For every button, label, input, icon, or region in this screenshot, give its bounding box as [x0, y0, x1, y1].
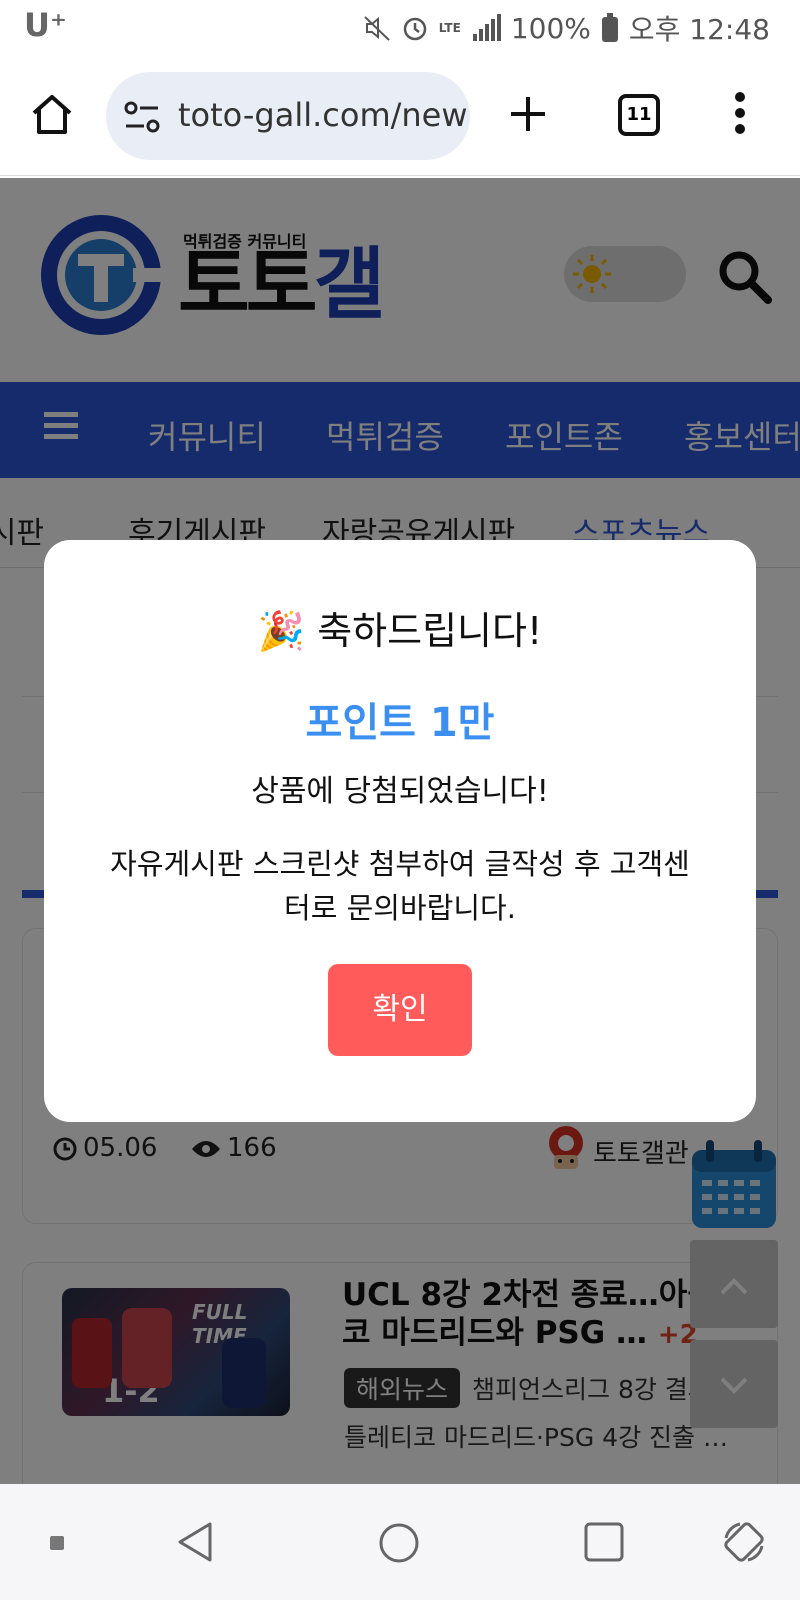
url-bar[interactable]: toto-gall.com/new: [106, 72, 470, 160]
home-circle-icon[interactable]: [378, 1522, 420, 1564]
browser-toolbar: toto-gall.com/new 11: [0, 58, 800, 176]
nav-dot-icon: [50, 1536, 64, 1550]
signal-icon: [472, 14, 501, 41]
status-bar: U⁺ LTE 100% 오후 12:48: [0, 0, 800, 52]
system-nav-bar: [0, 1484, 800, 1600]
mute-icon: [364, 16, 390, 41]
rotate-screen-icon[interactable]: [722, 1520, 766, 1564]
recents-icon[interactable]: [584, 1522, 624, 1562]
carrier-label: U⁺: [24, 6, 67, 44]
battery-percent: 100%: [510, 11, 591, 45]
alarm-icon: [403, 17, 427, 41]
clock: 오후 12:48: [628, 13, 770, 46]
url-text[interactable]: toto-gall.com/new: [178, 96, 468, 134]
new-tab-icon[interactable]: [508, 94, 548, 134]
battery-icon: [601, 13, 618, 42]
modal-title: 🎉 축하드립니다!: [257, 609, 543, 653]
modal-message: 상품에 당첨되었습니다!: [251, 774, 549, 809]
lte-icon: LTE: [438, 21, 461, 35]
more-menu-icon[interactable]: [734, 92, 746, 134]
status-icons: LTE 100% 오후 12:48: [363, 8, 770, 48]
site-settings-icon[interactable]: [124, 100, 160, 134]
modal-prize: 포인트 1만: [305, 700, 495, 746]
back-icon[interactable]: [174, 1520, 214, 1564]
confirm-button[interactable]: 확인: [328, 964, 472, 1056]
congrats-modal: 🎉 축하드립니다! 포인트 1만 상품에 당첨되었습니다! 자유게시판 스크린샷…: [44, 540, 756, 1122]
tab-switcher-button[interactable]: 11: [618, 94, 660, 136]
modal-instruction: 자유게시판 스크린샷 첨부하여 글작성 후 고객센터로 문의바랍니다.: [110, 847, 690, 925]
home-icon[interactable]: [30, 92, 74, 136]
